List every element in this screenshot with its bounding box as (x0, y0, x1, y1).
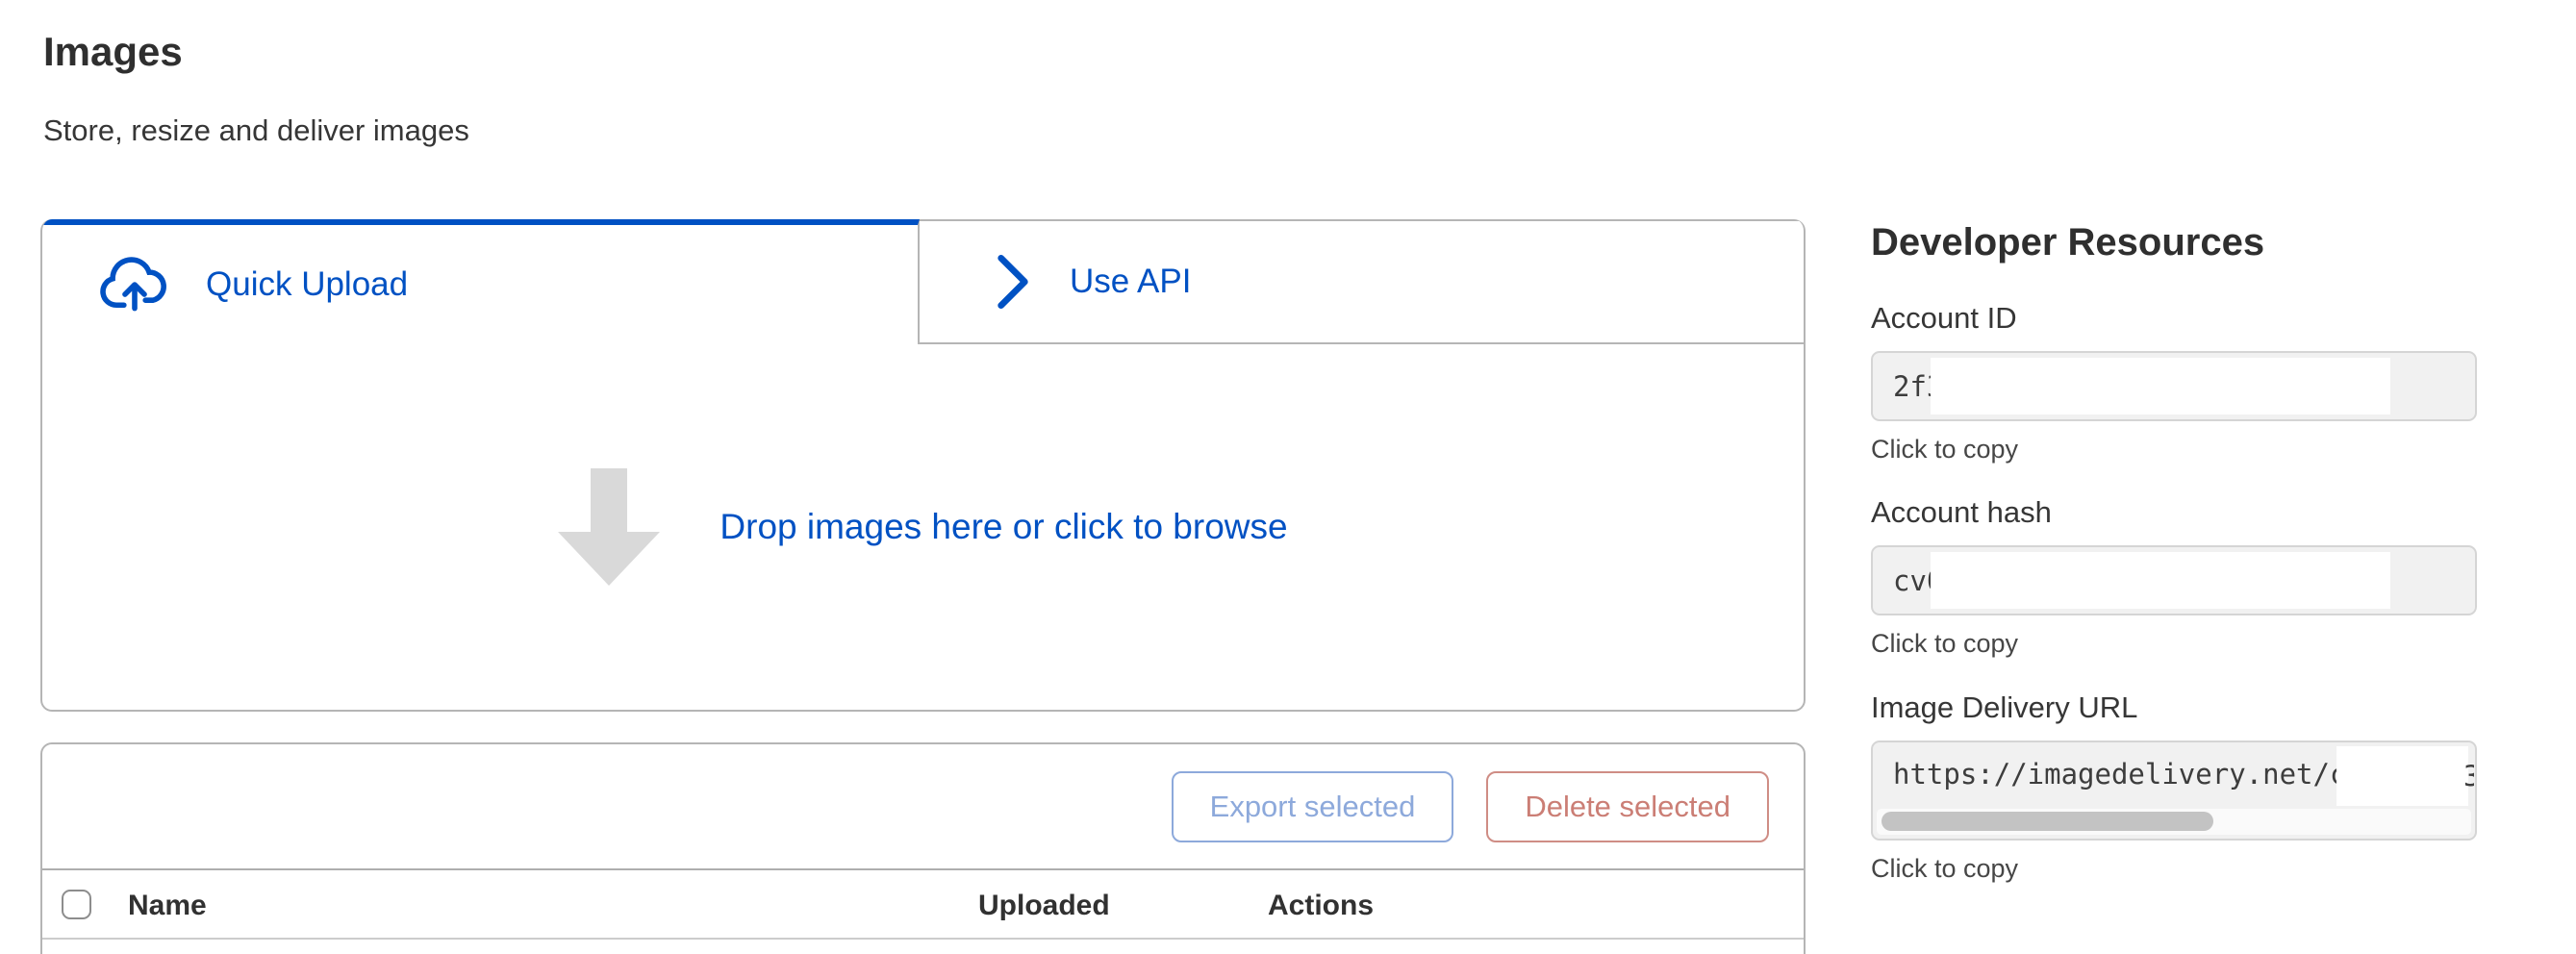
account-hash-group: Account hash cv0J Click to copy (1871, 495, 2479, 659)
image-delivery-url-group: Image Delivery URL https://imagedelivery… (1871, 690, 2479, 884)
cloud-upload-icon (98, 255, 171, 314)
developer-resources-title: Developer Resources (1871, 221, 2264, 264)
page-subtitle: Store, resize and deliver images (43, 113, 469, 148)
table-header-row: Name Uploaded Actions (42, 870, 1804, 940)
image-dropzone[interactable]: Drop images here or click to browse (42, 344, 1804, 710)
redaction-overlay (1931, 552, 2390, 609)
column-header-name: Name (128, 890, 207, 922)
account-id-label: Account ID (1871, 301, 2479, 336)
horizontal-scrollbar (1877, 809, 2471, 835)
image-delivery-url-label: Image Delivery URL (1871, 690, 2479, 725)
images-table-panel: Export selected Delete selected Name Upl… (40, 742, 1806, 954)
down-arrow-icon (558, 468, 660, 586)
select-all-checkbox[interactable] (62, 890, 91, 919)
tab-use-api-label: Use API (1070, 263, 1191, 301)
export-selected-button[interactable]: Export selected (1172, 771, 1454, 842)
account-hash-copy-hint: Click to copy (1871, 629, 2479, 659)
column-header-uploaded: Uploaded (978, 890, 1110, 922)
redaction-overlay (1931, 358, 2390, 414)
table-toolbar: Export selected Delete selected (42, 744, 1804, 870)
tab-quick-upload[interactable]: Quick Upload (42, 219, 920, 344)
redaction-overlay (2336, 746, 2468, 806)
account-id-group: Account ID 2f3d Click to copy (1871, 301, 2479, 464)
image-delivery-url-value[interactable]: https://imagedelivery.net/cv0JSj 3 (1871, 741, 2477, 841)
column-header-actions: Actions (1268, 890, 1374, 922)
tab-quick-upload-label: Quick Upload (206, 265, 408, 304)
redacted-char-fragment: 3 (2463, 760, 2474, 792)
page-title: Images (43, 29, 183, 75)
chevron-right-icon (997, 255, 1029, 309)
dropzone-label: Drop images here or click to browse (720, 507, 1287, 547)
tab-use-api[interactable]: Use API (920, 219, 1804, 344)
image-delivery-url-copy-hint: Click to copy (1871, 854, 2479, 884)
account-id-copy-hint: Click to copy (1871, 435, 2479, 464)
account-id-value[interactable]: 2f3d (1871, 351, 2477, 421)
scrollbar-thumb[interactable] (1881, 812, 2213, 831)
delete-selected-button[interactable]: Delete selected (1486, 771, 1769, 842)
tab-bar: Quick Upload Use API (42, 219, 1804, 344)
account-hash-label: Account hash (1871, 495, 2479, 530)
account-hash-value[interactable]: cv0J (1871, 545, 2477, 615)
upload-panel: Quick Upload Use API Drop images here or… (40, 219, 1806, 712)
images-page: Images Store, resize and deliver images … (0, 0, 2576, 954)
